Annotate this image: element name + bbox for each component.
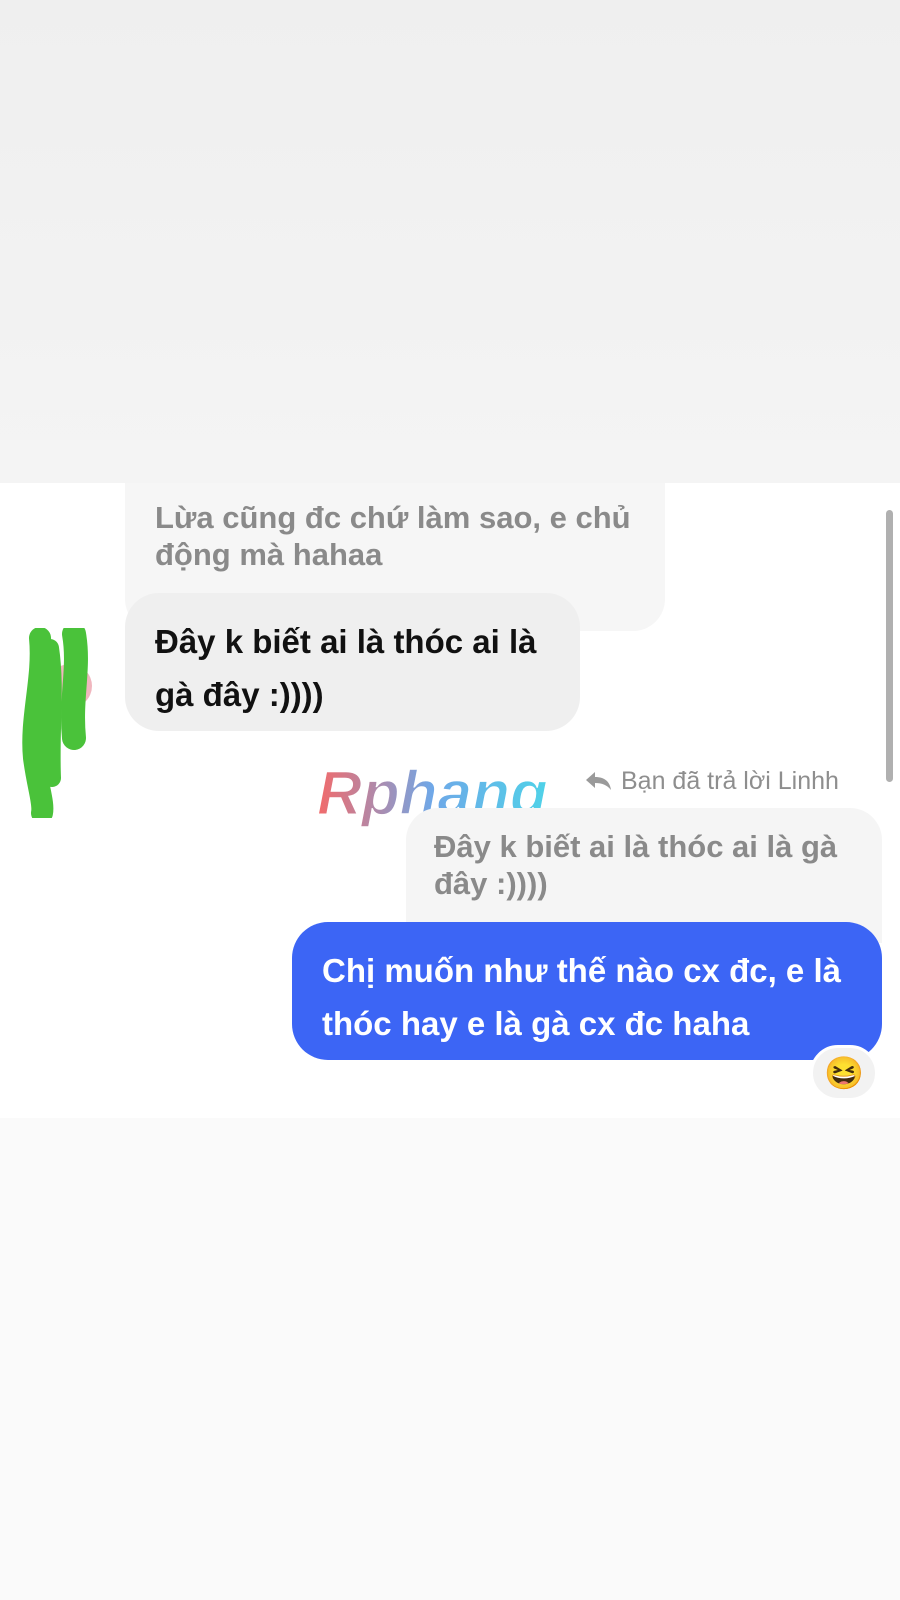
reply-arrow-icon	[586, 772, 611, 790]
scrollbar[interactable]	[886, 510, 893, 782]
reply-label: Bạn đã trả lời Linhh	[621, 766, 839, 795]
reply-indicator: Bạn đã trả lời Linhh	[583, 763, 839, 799]
top-blank-area	[0, 0, 900, 483]
bottom-blank-area	[0, 1118, 900, 1600]
outgoing-message[interactable]: Chị muốn như thế nào cx đc, e là thóc ha…	[292, 922, 882, 1060]
avatar-redacted-icon[interactable]	[22, 622, 97, 824]
reaction-laughing-emoji[interactable]: 😆	[810, 1045, 878, 1101]
incoming-message[interactable]: Đây k biết ai là thóc ai là gà đây :))))	[125, 593, 580, 731]
